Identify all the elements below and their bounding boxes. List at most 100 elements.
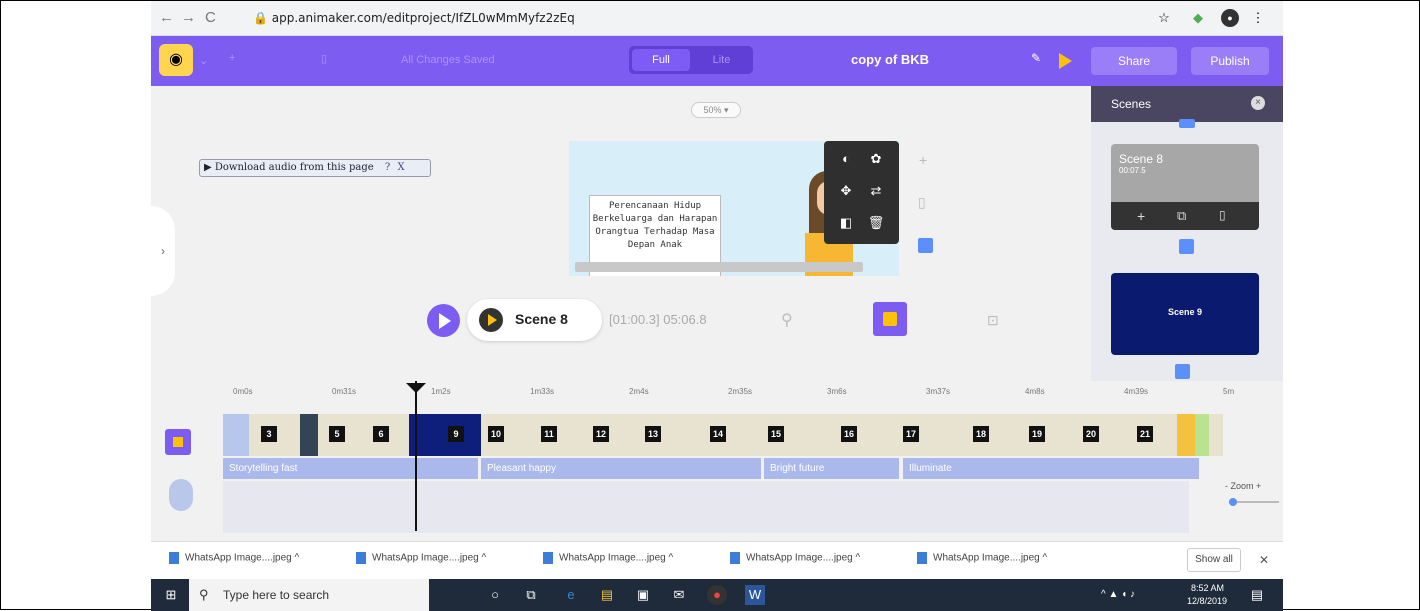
- scene-block[interactable]: 12: [593, 426, 609, 442]
- download-item[interactable]: WhatsApp Image....jpeg ^: [356, 552, 486, 564]
- scene-canvas[interactable]: Perencanaan Hidup Berkeluarga dan Harapa…: [569, 141, 899, 276]
- download-audio-bar[interactable]: ▶ Download audio from this page ? X: [199, 159, 431, 177]
- music-track-3[interactable]: Bright future: [764, 458, 899, 479]
- edge-icon[interactable]: e: [561, 585, 581, 605]
- menu-icon[interactable]: ⋮: [1249, 9, 1267, 27]
- cortana-icon[interactable]: ○: [485, 585, 505, 605]
- music-track-2[interactable]: Pleasant happy: [481, 458, 761, 479]
- voice-icon[interactable]: ⚲: [781, 310, 793, 330]
- scene-block[interactable]: 20: [1083, 426, 1099, 442]
- timeline: 0m0s 0m31s 1m2s 1m33s 2m4s 2m35s 3m6s 3m37s 4m8s…: [151, 381, 1283, 541]
- close-icon[interactable]: ✕: [1259, 553, 1269, 567]
- show-all-button[interactable]: Show all: [1187, 548, 1241, 572]
- word-icon[interactable]: W: [745, 585, 765, 605]
- file-icon: [730, 552, 740, 564]
- scene-block[interactable]: 10: [488, 426, 504, 442]
- scene-block[interactable]: 18: [973, 426, 989, 442]
- add-scene-between-icon[interactable]: [1179, 239, 1194, 254]
- scene-block[interactable]: 3: [261, 426, 277, 442]
- trash-icon[interactable]: ▯: [918, 194, 926, 211]
- download-item[interactable]: WhatsApp Image....jpeg ^: [917, 552, 1047, 564]
- chrome-icon[interactable]: ●: [707, 585, 727, 605]
- timeline-tick: 2m4s: [629, 387, 649, 396]
- add-icon[interactable]: +: [229, 52, 235, 64]
- scene-block[interactable]: 15: [768, 426, 784, 442]
- profile-icon[interactable]: ●: [1221, 9, 1239, 27]
- chevron-down-icon[interactable]: ⌄: [199, 54, 208, 67]
- download-item[interactable]: WhatsApp Image....jpeg ^: [169, 552, 299, 564]
- trash-icon[interactable]: ▯: [1219, 208, 1226, 222]
- animaker-logo[interactable]: ◉: [159, 44, 193, 76]
- preview-play-button[interactable]: [1054, 47, 1076, 73]
- download-item[interactable]: WhatsApp Image....jpeg ^: [730, 552, 860, 564]
- add-scene-icon[interactable]: +: [919, 152, 927, 168]
- star-icon[interactable]: ☆: [1155, 9, 1173, 27]
- back-icon[interactable]: ←: [159, 9, 174, 26]
- address-bar[interactable]: 🔒 app.animaker.com/editproject/IfZL0wMmM…: [243, 6, 1203, 31]
- scene-9-thumbnail[interactable]: Scene 9: [1111, 273, 1259, 355]
- timeline-tick: 4m39s: [1124, 387, 1149, 396]
- swap-icon[interactable]: ⇄: [866, 181, 886, 201]
- color-icon[interactable]: ◐: [836, 149, 856, 169]
- delete-icon[interactable]: 🗑: [866, 213, 886, 233]
- pencil-icon[interactable]: ✎: [1031, 51, 1041, 65]
- download-help[interactable]: ?: [385, 162, 390, 173]
- download-close[interactable]: X: [397, 162, 404, 173]
- next-scene-icon[interactable]: [918, 238, 933, 253]
- download-item[interactable]: WhatsApp Image....jpeg ^: [543, 552, 673, 564]
- scene-play-pill[interactable]: Scene 8: [467, 299, 602, 341]
- scene-block[interactable]: 13: [645, 426, 661, 442]
- sound-track[interactable]: [223, 481, 1189, 533]
- taskbar-search[interactable]: ⚲ Type here to search: [189, 579, 429, 611]
- mode-full-button[interactable]: Full: [632, 49, 690, 71]
- play-icon: [1059, 53, 1072, 69]
- palette-icon[interactable]: ✿: [866, 149, 886, 169]
- mail-icon[interactable]: ✉: [669, 585, 689, 605]
- microphone-icon[interactable]: [169, 479, 193, 511]
- system-tray-icons[interactable]: ^ ▲ ◖ ♪: [1101, 589, 1135, 600]
- file-explorer-icon[interactable]: ▤: [597, 585, 617, 605]
- forward-icon[interactable]: →: [181, 9, 196, 26]
- scene-block[interactable]: 6: [373, 426, 389, 442]
- publish-button[interactable]: Publish: [1191, 47, 1269, 75]
- left-panel-toggle[interactable]: ›: [151, 206, 175, 296]
- playhead[interactable]: [406, 381, 426, 531]
- play-all-button[interactable]: [427, 304, 460, 337]
- add-scene-after-icon[interactable]: [1175, 364, 1190, 379]
- scene-block[interactable]: 21: [1137, 426, 1153, 442]
- add-icon[interactable]: +: [1137, 208, 1145, 224]
- notification-icon[interactable]: ▤: [1247, 585, 1267, 605]
- flip-icon[interactable]: ◧: [836, 213, 856, 233]
- save-icon[interactable]: ▯: [321, 52, 327, 65]
- fullscreen-icon[interactable]: ⊡: [987, 312, 999, 329]
- store-icon[interactable]: ▣: [633, 585, 653, 605]
- project-title[interactable]: copy of BKB: [851, 52, 929, 67]
- scene-8-thumbnail[interactable]: Scene 8 00:07.5 + ⧉ ▯: [1111, 144, 1259, 230]
- windows-start-icon[interactable]: ⊞: [161, 585, 181, 605]
- extension-icon[interactable]: ◆: [1189, 9, 1207, 27]
- mode-lite-button[interactable]: Lite: [693, 49, 750, 71]
- scene-block[interactable]: 9: [448, 426, 464, 442]
- scene-block[interactable]: 17: [903, 426, 919, 442]
- scene-block[interactable]: 14: [710, 426, 726, 442]
- share-button[interactable]: Share: [1091, 47, 1177, 75]
- move-icon[interactable]: ✥: [836, 181, 856, 201]
- scene-block[interactable]: 19: [1029, 426, 1045, 442]
- task-view-icon[interactable]: ⧉: [521, 585, 541, 605]
- reload-icon[interactable]: C: [205, 9, 216, 26]
- scene-block[interactable]: 5: [329, 426, 345, 442]
- scene-block[interactable]: 11: [541, 426, 557, 442]
- zoom-select[interactable]: 50% ▾: [691, 102, 741, 118]
- scene-block[interactable]: 16: [841, 426, 857, 442]
- clock-date: 12/8/2019: [1187, 596, 1228, 606]
- music-track-1[interactable]: Storytelling fast: [223, 458, 478, 479]
- video-frame-icon[interactable]: [873, 302, 907, 336]
- close-icon[interactable]: ×: [1251, 96, 1265, 110]
- zoom-slider[interactable]: [1229, 498, 1279, 506]
- zoom-control[interactable]: - Zoom +: [1225, 481, 1261, 491]
- scene-up-icon[interactable]: [1179, 119, 1195, 128]
- duplicate-icon[interactable]: ⧉: [1177, 208, 1186, 224]
- video-track-icon[interactable]: [165, 429, 191, 455]
- music-track-4[interactable]: Illuminate: [903, 458, 1199, 479]
- canvas-scrollbar[interactable]: [575, 262, 863, 272]
